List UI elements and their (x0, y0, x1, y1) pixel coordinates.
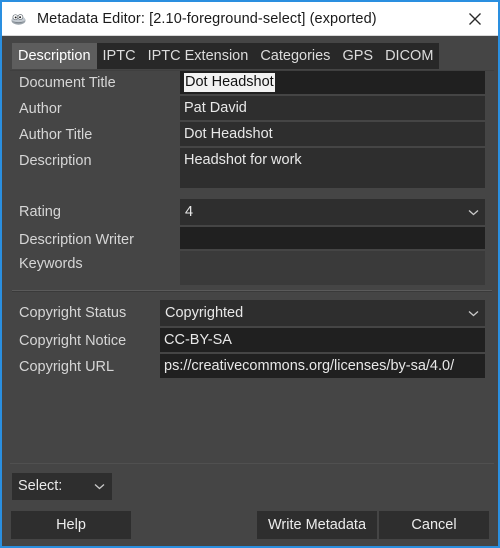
field-row-author: Author Pat David (10, 96, 494, 120)
keywords-label: Keywords (10, 251, 180, 272)
tab-iptc[interactable]: IPTC (97, 43, 142, 69)
field-row-description-writer: Description Writer (10, 227, 494, 249)
description-label: Description (10, 148, 180, 169)
tab-gps-label: GPS (342, 49, 373, 64)
close-icon[interactable] (452, 2, 498, 35)
document-title-value: Dot Headshot (184, 73, 275, 92)
copyright-url-label: Copyright URL (10, 354, 160, 375)
dialog-button-bar: Help Write Metadata Cancel (2, 508, 498, 542)
chevron-down-icon (468, 199, 479, 225)
author-input[interactable]: Pat David (180, 96, 485, 120)
field-row-rating: Rating 4 (10, 199, 494, 225)
tab-iptc-extension-label: IPTC Extension (148, 49, 249, 64)
basic-fields-group: Document Title Dot Headshot Author Pat D… (10, 70, 494, 285)
tab-iptc-extension[interactable]: IPTC Extension (142, 43, 255, 69)
description-panel: Document Title Dot Headshot Author Pat D… (10, 70, 494, 464)
select-dropdown[interactable]: Select: (12, 473, 112, 500)
description-writer-input[interactable] (180, 227, 485, 249)
tab-description-label: Description (18, 49, 91, 64)
copyright-status-label: Copyright Status (10, 300, 160, 321)
cancel-button[interactable]: Cancel (379, 511, 489, 539)
group-spacer (10, 190, 494, 199)
copyright-url-input[interactable]: ps://creativecommons.org/licenses/by-sa/… (160, 354, 485, 378)
description-input[interactable]: Headshot for work (180, 148, 485, 188)
tab-strip: Description IPTC IPTC Extension Categori… (12, 43, 488, 69)
field-row-description: Description Headshot for work (10, 148, 494, 188)
tab-strip-filler (439, 43, 488, 69)
document-title-label: Document Title (10, 70, 180, 91)
section-divider (12, 290, 492, 292)
tab-categories[interactable]: Categories (254, 43, 336, 69)
field-row-document-title: Document Title Dot Headshot (10, 70, 494, 94)
field-row-author-title: Author Title Dot Headshot (10, 122, 494, 146)
window-title: Metadata Editor: [2.10-foreground-select… (37, 11, 452, 27)
tab-categories-label: Categories (260, 49, 330, 64)
tab-description[interactable]: Description (12, 43, 97, 69)
title-bar: Metadata Editor: [2.10-foreground-select… (2, 2, 498, 36)
rating-select[interactable]: 4 (180, 199, 485, 225)
tab-iptc-label: IPTC (103, 49, 136, 64)
field-row-copyright-url: Copyright URL ps://creativecommons.org/l… (10, 354, 494, 378)
tab-gps[interactable]: GPS (336, 43, 379, 69)
keywords-input[interactable] (180, 251, 485, 285)
field-row-copyright-notice: Copyright Notice CC-BY-SA (10, 328, 494, 352)
chevron-down-icon (468, 300, 479, 326)
help-button[interactable]: Help (11, 511, 131, 539)
rating-value: 4 (185, 204, 193, 220)
select-bar: Select: (12, 473, 112, 500)
field-row-keywords: Keywords (10, 251, 494, 285)
copyright-status-value: Copyrighted (165, 305, 243, 321)
author-title-input[interactable]: Dot Headshot (180, 122, 485, 146)
author-label: Author (10, 96, 180, 117)
copyright-status-select[interactable]: Copyrighted (160, 300, 485, 326)
copyright-notice-input[interactable]: CC-BY-SA (160, 328, 485, 352)
metadata-editor-window: Metadata Editor: [2.10-foreground-select… (0, 0, 500, 548)
tab-dicom[interactable]: DICOM (379, 43, 439, 69)
rating-label: Rating (10, 199, 180, 220)
chevron-down-icon (94, 473, 105, 500)
copyright-group: Copyright Status Copyrighted Copyright N… (10, 300, 494, 378)
wilber-icon (10, 10, 28, 28)
description-writer-label: Description Writer (10, 227, 180, 248)
write-metadata-button[interactable]: Write Metadata (257, 511, 377, 539)
field-row-copyright-status: Copyright Status Copyrighted (10, 300, 494, 326)
document-title-input[interactable]: Dot Headshot (180, 70, 485, 94)
tab-dicom-label: DICOM (385, 49, 433, 64)
copyright-notice-label: Copyright Notice (10, 328, 160, 349)
select-dropdown-label: Select: (18, 478, 62, 494)
author-title-label: Author Title (10, 122, 180, 143)
